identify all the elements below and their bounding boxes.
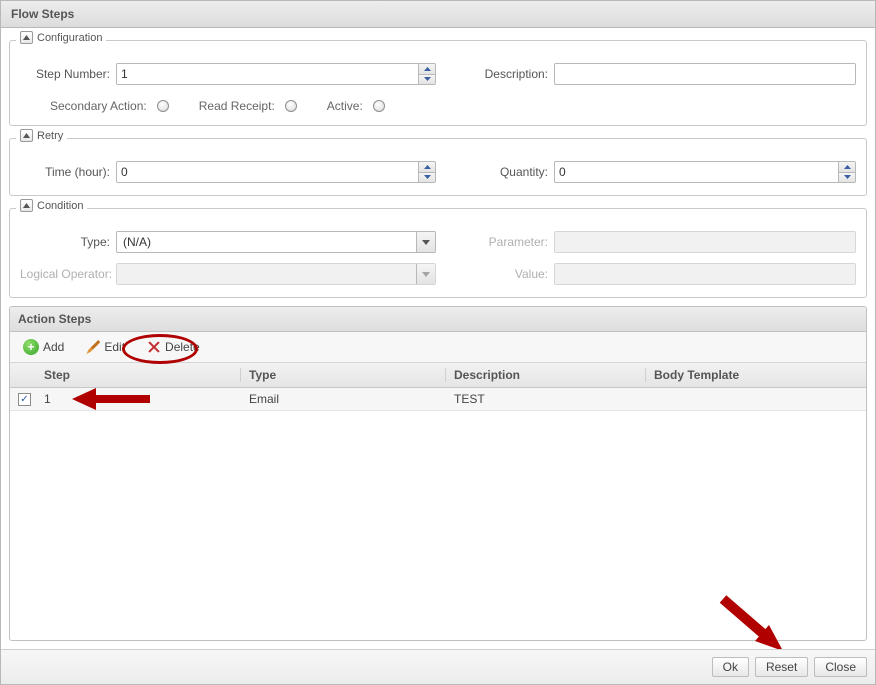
value-label: Value: xyxy=(468,267,548,281)
table-row[interactable]: 1 Email TEST xyxy=(10,388,866,411)
secondary-action-label: Secondary Action: xyxy=(50,99,147,113)
description-input[interactable] xyxy=(554,63,856,85)
quantity-label: Quantity: xyxy=(488,165,548,179)
spinner-up-icon[interactable] xyxy=(419,64,435,75)
step-number-input[interactable] xyxy=(116,63,436,85)
flow-steps-dialog: Flow Steps Configuration Step Number: xyxy=(0,0,876,685)
row-checkbox-cell[interactable] xyxy=(10,392,36,406)
edit-button[interactable]: Edit xyxy=(77,337,134,357)
read-receipt-radio[interactable] xyxy=(285,100,297,112)
step-number-label: Step Number: xyxy=(20,67,110,81)
add-label: Add xyxy=(43,340,64,354)
row-type: Email xyxy=(241,392,446,406)
spinner-down-icon[interactable] xyxy=(419,75,435,85)
configuration-legend-text: Configuration xyxy=(37,32,102,44)
configuration-legend: Configuration xyxy=(16,31,106,44)
ok-button[interactable]: Ok xyxy=(712,657,749,677)
spinner-down-icon[interactable] xyxy=(839,173,855,183)
step-number-field[interactable] xyxy=(117,64,418,84)
quantity-field[interactable] xyxy=(555,162,838,182)
type-field[interactable] xyxy=(117,232,416,252)
spinner-up-icon[interactable] xyxy=(839,162,855,173)
quantity-input[interactable] xyxy=(554,161,856,183)
dialog-body: Configuration Step Number: Description: … xyxy=(1,28,875,649)
dialog-title: Flow Steps xyxy=(1,1,875,28)
retry-fieldset: Retry Time (hour): Quantity: xyxy=(9,138,867,196)
action-steps-title: Action Steps xyxy=(10,307,866,332)
chevron-down-icon xyxy=(416,264,435,284)
collapse-icon[interactable] xyxy=(20,31,33,44)
add-icon xyxy=(23,339,39,355)
logical-operator-field xyxy=(117,264,416,284)
parameter-label: Parameter: xyxy=(468,235,548,249)
configuration-flags: Secondary Action: Read Receipt: Active: xyxy=(20,99,856,113)
logical-operator-combo xyxy=(116,263,436,285)
parameter-input xyxy=(554,231,856,253)
edit-label: Edit xyxy=(104,340,125,354)
row-description: TEST xyxy=(446,392,646,406)
description-label: Description: xyxy=(468,67,548,81)
secondary-action-radio[interactable] xyxy=(157,100,169,112)
action-steps-toolbar: Add Edit Delete xyxy=(10,332,866,363)
time-field[interactable] xyxy=(117,162,418,182)
column-body-template[interactable]: Body Template xyxy=(646,368,866,382)
logical-operator-label: Logical Operator: xyxy=(20,268,110,280)
condition-fieldset: Condition Type: Parameter: Logical Opera… xyxy=(9,208,867,298)
condition-legend-text: Condition xyxy=(37,200,83,212)
edit-icon xyxy=(86,340,100,354)
read-receipt-label: Read Receipt: xyxy=(199,99,275,113)
reset-button[interactable]: Reset xyxy=(755,657,808,677)
grid-header: Step Type Description Body Template xyxy=(10,363,866,388)
dialog-footer: Ok Reset Close xyxy=(1,649,875,684)
column-step[interactable]: Step xyxy=(36,368,241,382)
retry-legend-text: Retry xyxy=(37,130,63,142)
action-steps-panel: Action Steps Add Edit Delete Step xyxy=(9,306,867,641)
configuration-fieldset: Configuration Step Number: Description: … xyxy=(9,40,867,126)
row-step: 1 xyxy=(36,392,241,406)
active-radio[interactable] xyxy=(373,100,385,112)
time-label: Time (hour): xyxy=(20,165,110,179)
chevron-down-icon[interactable] xyxy=(416,232,435,252)
delete-label: Delete xyxy=(165,340,200,354)
type-label: Type: xyxy=(20,235,110,249)
active-label: Active: xyxy=(327,99,363,113)
time-input[interactable] xyxy=(116,161,436,183)
row-checkbox[interactable] xyxy=(18,393,31,406)
collapse-icon[interactable] xyxy=(20,199,33,212)
retry-legend: Retry xyxy=(16,129,67,142)
value-input xyxy=(554,263,856,285)
column-type[interactable]: Type xyxy=(241,368,446,382)
close-button[interactable]: Close xyxy=(814,657,867,677)
spinner-down-icon[interactable] xyxy=(419,173,435,183)
column-description[interactable]: Description xyxy=(446,368,646,382)
delete-button[interactable]: Delete xyxy=(138,337,209,357)
add-button[interactable]: Add xyxy=(14,336,73,358)
condition-legend: Condition xyxy=(16,199,87,212)
spinner-up-icon[interactable] xyxy=(419,162,435,173)
delete-icon xyxy=(147,340,161,354)
type-combo[interactable] xyxy=(116,231,436,253)
collapse-icon[interactable] xyxy=(20,129,33,142)
